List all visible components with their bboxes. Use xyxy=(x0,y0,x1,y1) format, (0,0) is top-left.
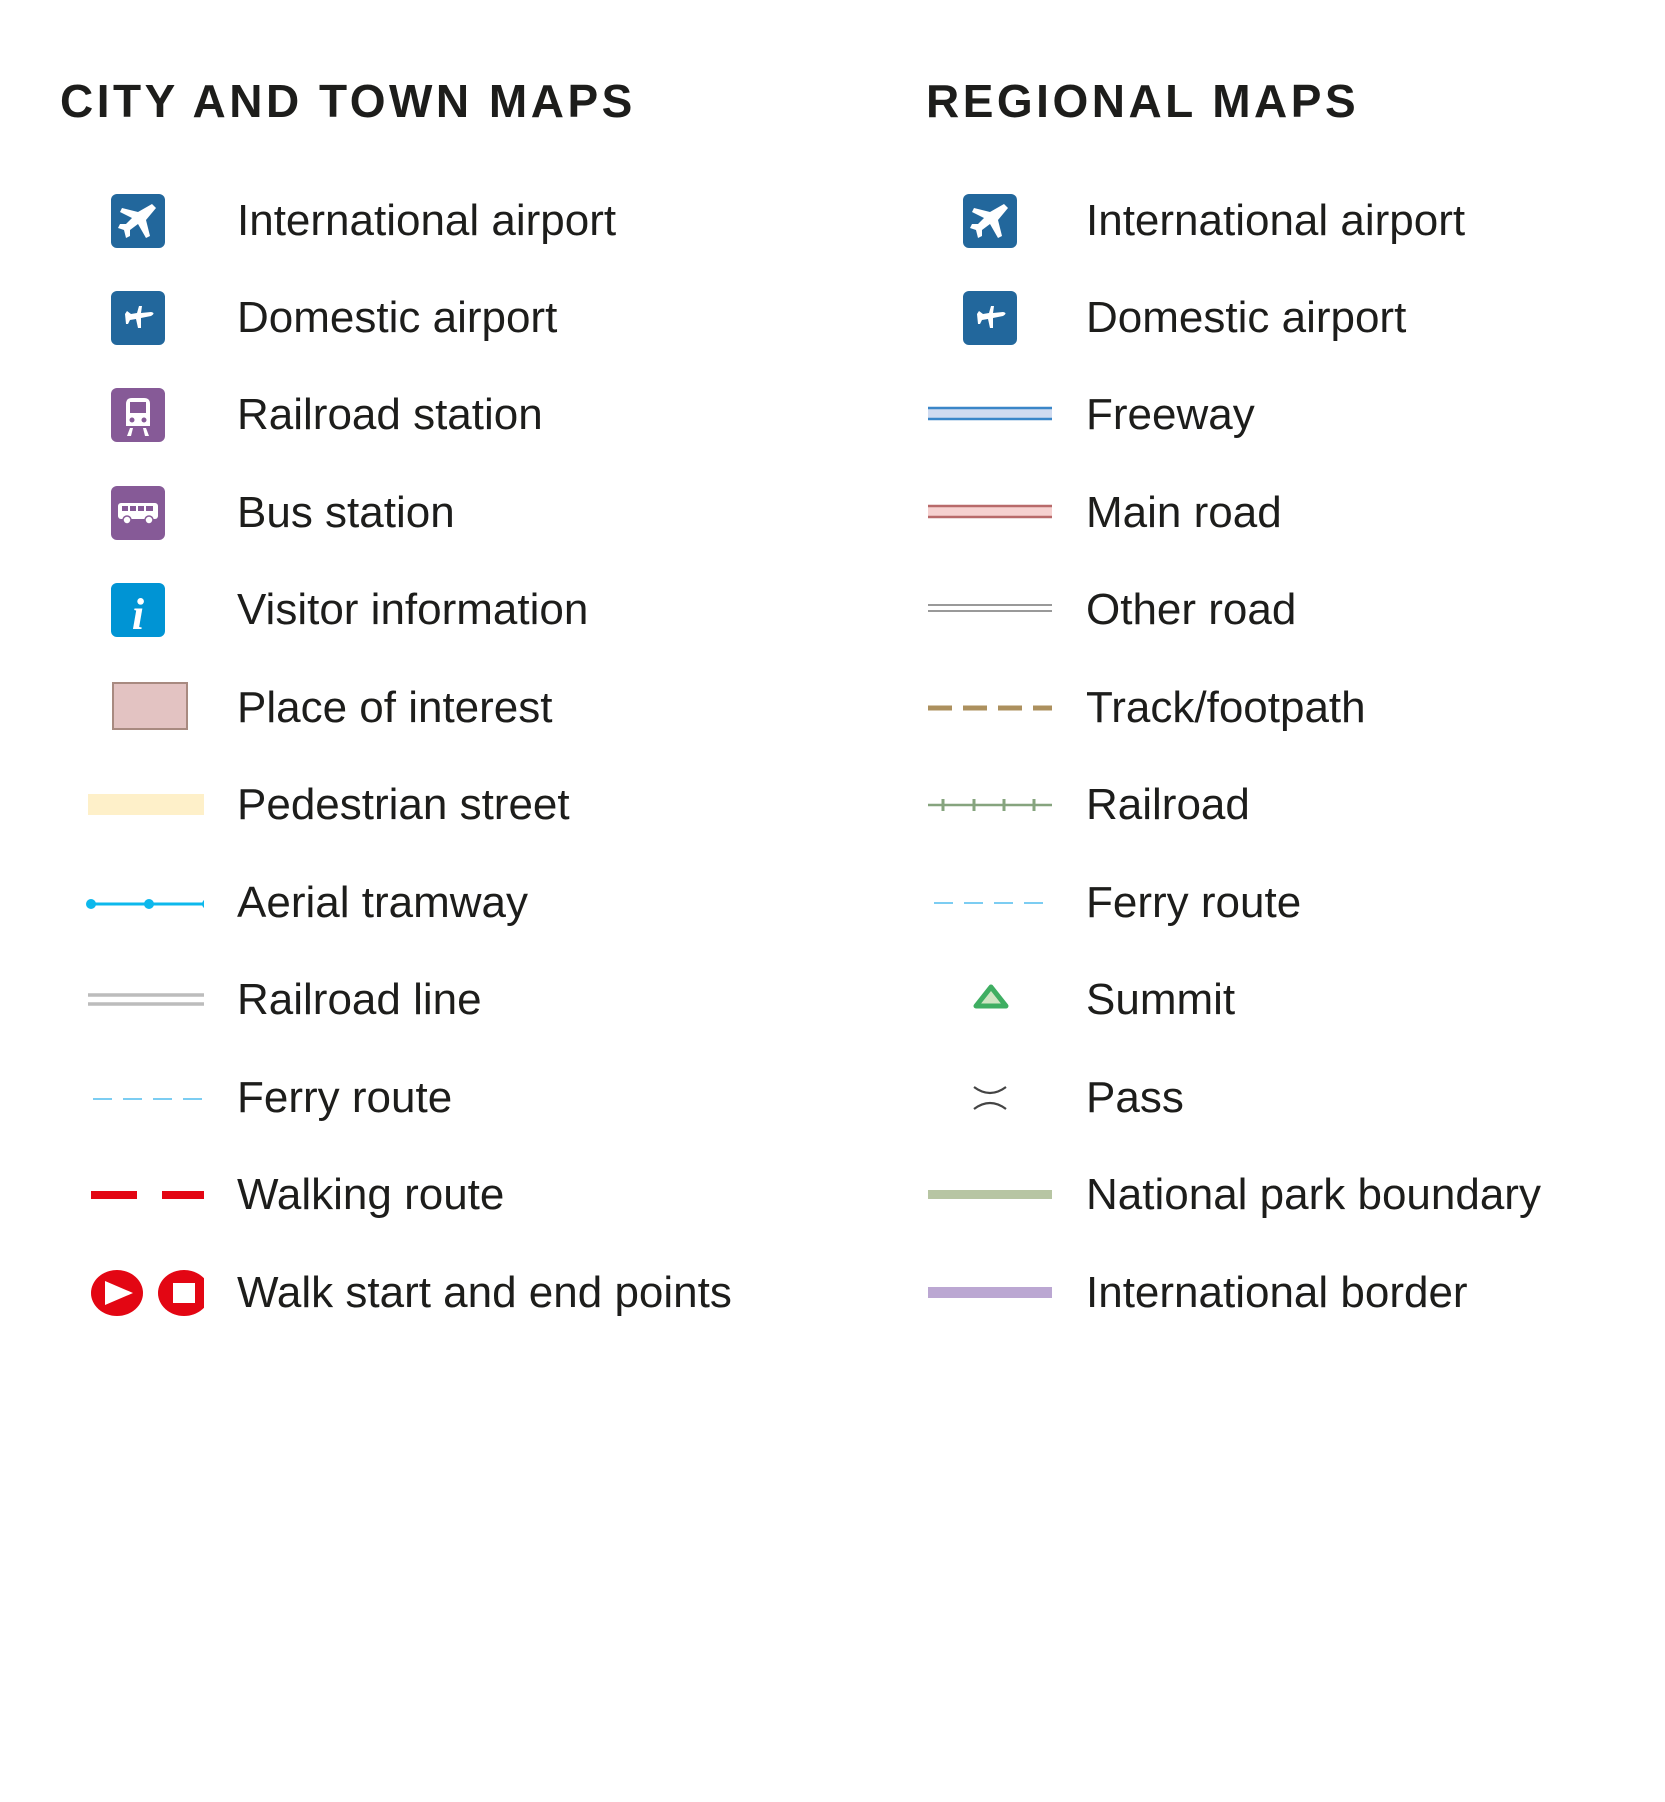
legend-label: International airport xyxy=(237,196,617,245)
legend-item: Other road xyxy=(926,580,1665,640)
legend-label: Pedestrian street xyxy=(237,780,570,829)
svg-text:i: i xyxy=(132,590,145,639)
domestic-airport-icon xyxy=(963,291,1017,345)
railroad-line-icon xyxy=(88,993,204,1006)
legend-item: Main road xyxy=(926,483,1665,543)
legend-label: Domestic airport xyxy=(237,293,558,342)
legend-item: International border xyxy=(926,1263,1665,1323)
national-park-boundary-line-icon xyxy=(928,1190,1052,1199)
international-airport-icon xyxy=(111,194,165,248)
legend-item: Aerial tramway xyxy=(74,873,874,933)
railroad-track-line-icon xyxy=(928,799,1052,811)
domestic-airport-icon xyxy=(111,291,165,345)
ferry-route-line-icon xyxy=(93,1098,204,1100)
international-airport-icon xyxy=(963,194,1017,248)
legend-item: International airport xyxy=(926,191,1665,251)
pedestrian-street-swatch-icon xyxy=(88,794,204,815)
legend-item: Railroad station xyxy=(74,385,874,445)
other-road-line-icon xyxy=(928,604,1052,612)
legend-label: Summit xyxy=(1086,975,1236,1024)
legend-label: Other road xyxy=(1086,585,1297,634)
legend-label: Walk start and end points xyxy=(237,1268,732,1317)
legend-label: Ferry route xyxy=(237,1073,453,1122)
track-footpath-line-icon xyxy=(928,705,1052,711)
legend-label: Main road xyxy=(1086,488,1282,537)
legend-item: Pedestrian street xyxy=(74,775,874,835)
legend-item: i Visitor information xyxy=(74,580,874,640)
legend-item: International airport xyxy=(74,191,874,251)
legend-label: Pass xyxy=(1086,1073,1184,1122)
legend-item: Summit xyxy=(926,970,1665,1030)
legend-label: Railroad xyxy=(1086,780,1250,829)
legend-label: Domestic airport xyxy=(1086,293,1407,342)
legend-label: Freeway xyxy=(1086,390,1255,439)
place-of-interest-swatch-icon xyxy=(112,682,188,730)
legend-item: Railroad xyxy=(926,775,1665,835)
legend-label: International airport xyxy=(1086,196,1466,245)
bus-station-icon xyxy=(111,486,165,540)
legend-label: Place of interest xyxy=(237,683,553,732)
legend-item: Walk start and end points xyxy=(74,1263,874,1323)
legend-item: Ferry route xyxy=(74,1068,874,1128)
legend-item: Place of interest xyxy=(74,678,874,738)
legend-item: Bus station xyxy=(74,483,874,543)
legend-item: Domestic airport xyxy=(926,288,1665,348)
legend-item: Walking route xyxy=(74,1165,874,1225)
legend-label: Ferry route xyxy=(1086,878,1302,927)
railroad-station-icon xyxy=(111,388,165,442)
visitor-information-icon: i xyxy=(111,583,165,639)
regional-maps-heading: REGIONAL MAPS xyxy=(926,75,1360,127)
legend-label: Visitor information xyxy=(237,585,589,634)
legend-label: Aerial tramway xyxy=(237,878,528,927)
legend-label: Railroad line xyxy=(237,975,482,1024)
aerial-tramway-line-icon xyxy=(86,899,204,909)
legend-item: Ferry route xyxy=(926,873,1665,933)
city-maps-heading: CITY AND TOWN MAPS xyxy=(60,75,636,127)
legend-label: Bus station xyxy=(237,488,455,537)
legend-item: National park boundary xyxy=(926,1165,1665,1225)
walk-start-end-icon xyxy=(91,1270,204,1316)
pass-icon xyxy=(973,1086,1007,1110)
legend-label: National park boundary xyxy=(1086,1170,1541,1219)
legend-item: Railroad line xyxy=(74,970,874,1030)
legend-item: Freeway xyxy=(926,385,1665,445)
legend-item: Domestic airport xyxy=(74,288,874,348)
legend-label: Walking route xyxy=(237,1170,505,1219)
walking-route-line-icon xyxy=(91,1191,204,1199)
international-border-line-icon xyxy=(928,1287,1052,1298)
freeway-line-icon xyxy=(928,406,1052,421)
legend-item: Track/footpath xyxy=(926,678,1665,738)
summit-icon xyxy=(973,984,1009,1009)
legend-item: Pass xyxy=(926,1068,1665,1128)
legend-label: Track/footpath xyxy=(1086,683,1366,732)
legend-label: International border xyxy=(1086,1268,1468,1317)
legend-label: Railroad station xyxy=(237,390,543,439)
ferry-route-line-icon xyxy=(934,902,1052,904)
main-road-line-icon xyxy=(928,504,1052,519)
